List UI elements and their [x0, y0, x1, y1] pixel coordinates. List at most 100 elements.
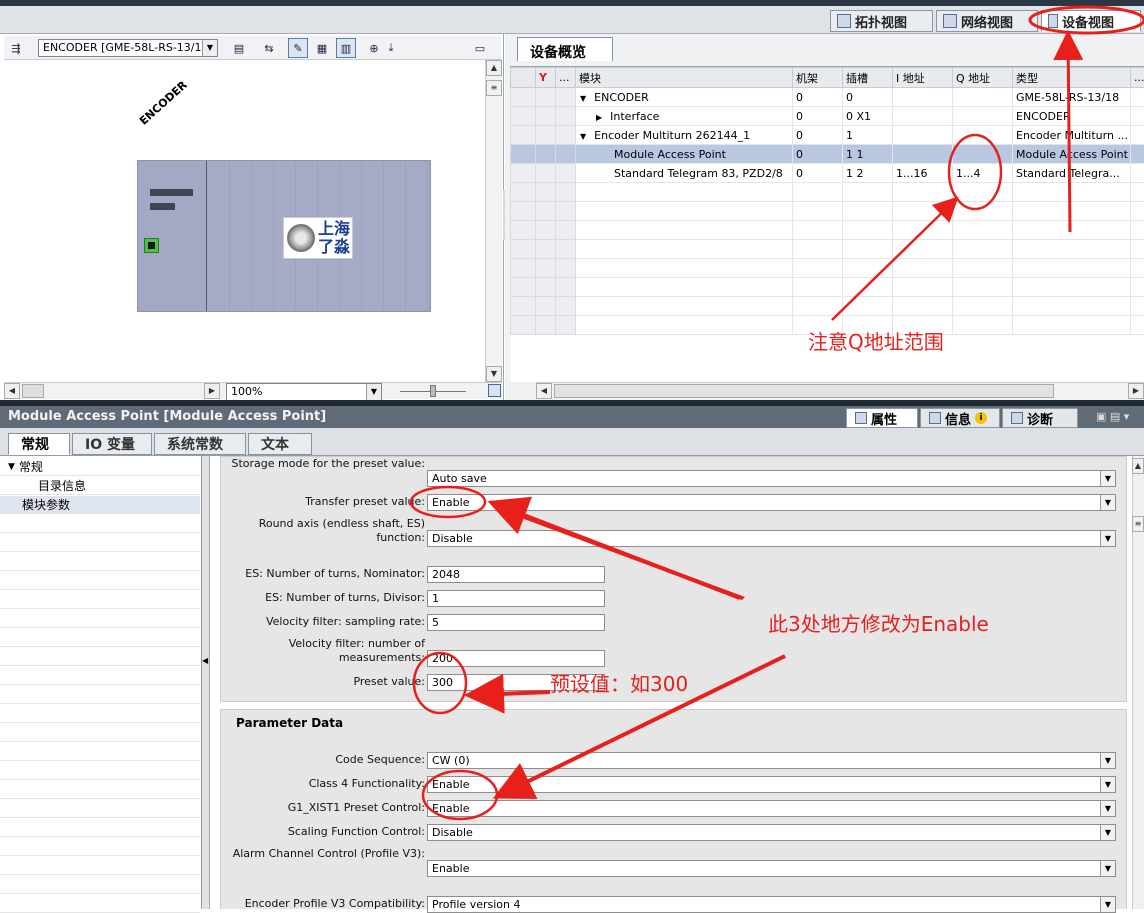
zoom-select[interactable]: 100% ▼	[226, 383, 382, 401]
param-select[interactable]: Enable▼	[427, 494, 1116, 511]
nav-item[interactable]	[0, 857, 200, 875]
tab-diagnostics[interactable]: 诊断	[1002, 408, 1078, 428]
nav-item[interactable]	[0, 838, 200, 856]
nav-item[interactable]	[0, 534, 200, 552]
nav-item[interactable]	[0, 705, 200, 723]
table-row[interactable]	[511, 240, 1144, 259]
scroll-thumb[interactable]	[22, 384, 44, 398]
param-select[interactable]: Disable▼	[427, 530, 1116, 547]
table-row[interactable]	[511, 202, 1144, 221]
window-controls-icon[interactable]: ▣ ▤ ▾	[1096, 410, 1140, 424]
pen-icon[interactable]: ✎	[288, 38, 308, 58]
param-select[interactable]: Profile version 4▼	[427, 896, 1116, 913]
expand-down-icon[interactable]: ▼	[580, 132, 586, 141]
nav-item[interactable]	[0, 610, 200, 628]
param-select[interactable]: Disable▼	[427, 824, 1116, 841]
nav-item[interactable]	[0, 553, 200, 571]
overview-nav-icon[interactable]	[488, 384, 501, 397]
subtab-texts[interactable]: 文本	[248, 433, 312, 455]
nav-item[interactable]	[0, 781, 200, 799]
zoom-slider-handle[interactable]	[430, 385, 436, 397]
table-row[interactable]	[511, 278, 1144, 297]
expand-right-icon[interactable]: ▶	[596, 113, 602, 122]
scroll-thumb[interactable]	[554, 384, 1054, 398]
tab-network-view[interactable]: 网络视图	[936, 10, 1038, 32]
column-header-type[interactable]: 类型	[1013, 68, 1131, 88]
download-icon[interactable]: ⤓	[381, 38, 401, 58]
column-header-module[interactable]: 模块	[576, 68, 793, 88]
param-input[interactable]: 200	[427, 650, 605, 667]
nav-item[interactable]	[0, 667, 200, 685]
tab-device-overview[interactable]: 设备概览	[517, 37, 613, 61]
scroll-up-icon[interactable]: ▲	[486, 60, 502, 76]
nav-item[interactable]	[0, 572, 200, 590]
device-pane-vscroll[interactable]: ▲ ≡ ▼	[485, 60, 502, 382]
nav-item[interactable]: ▼常规	[0, 458, 200, 476]
column-header-i-address[interactable]: I 地址	[893, 68, 953, 88]
nav-item[interactable]	[0, 591, 200, 609]
table-row[interactable]: ▼Encoder Multiturn 262144_101Encoder Mul…	[511, 126, 1144, 145]
subtab-io-tags[interactable]: IO 变量	[72, 433, 152, 455]
grid-icon[interactable]: ▦	[312, 38, 332, 58]
inspector-splitter[interactable]: ◀	[202, 456, 210, 909]
table-row[interactable]	[511, 259, 1144, 278]
subtab-system-constants[interactable]: 系统常数	[154, 433, 246, 455]
device-select[interactable]: ENCODER [GME-58L-RS-13/18 ▼	[38, 39, 218, 57]
column-header-rack[interactable]: 机架	[793, 68, 843, 88]
table-row[interactable]: ▶Interface00 X1ENCODER	[511, 107, 1144, 126]
tab-properties[interactable]: 属性	[846, 408, 918, 428]
nav-item[interactable]	[0, 724, 200, 742]
param-input[interactable]: 1	[427, 590, 605, 607]
scroll-left-icon[interactable]: ◀	[536, 383, 552, 399]
nav-item[interactable]	[0, 895, 200, 913]
inspector-vscroll[interactable]: ▲ ≡	[1132, 456, 1144, 909]
table-row[interactable]: Module Access Point01 1Module Access Poi…	[511, 145, 1144, 164]
param-select[interactable]: CW (0)▼	[427, 752, 1116, 769]
device-pane-hscroll[interactable]: ◀ ▶ 100% ▼	[4, 382, 502, 399]
tab-info[interactable]: 信息 i	[920, 408, 1000, 428]
nav-item[interactable]: 目录信息	[0, 477, 200, 495]
nav-item[interactable]	[0, 629, 200, 647]
column-header[interactable]: ...	[1131, 68, 1144, 88]
table-row[interactable]: Standard Telegram 83, PZD2/801 21...161.…	[511, 164, 1144, 183]
subtab-general[interactable]: 常规	[8, 433, 70, 455]
expand-down-icon[interactable]: ▼	[8, 462, 15, 472]
scroll-menu-icon[interactable]: ≡	[486, 80, 502, 96]
nav-item[interactable]	[0, 648, 200, 666]
overview-hscroll[interactable]: ◀ ▶	[536, 382, 1144, 399]
connect-icon[interactable]: ⇶	[6, 38, 26, 58]
nav-item[interactable]	[0, 800, 200, 818]
param-select[interactable]: Enable▼	[427, 776, 1116, 793]
param-select[interactable]: Enable▼	[427, 860, 1116, 877]
table-row[interactable]	[511, 183, 1144, 202]
table-row[interactable]	[511, 221, 1144, 240]
tab-topology-view[interactable]: 拓扑视图	[830, 10, 933, 32]
param-select[interactable]: Enable▼	[427, 800, 1116, 817]
overview-toggle-icon[interactable]: ▭	[470, 38, 490, 58]
scroll-up-icon[interactable]: ▲	[1132, 458, 1144, 474]
table-icon[interactable]: ▥	[336, 38, 356, 58]
column-header-q-address[interactable]: Q 地址	[953, 68, 1013, 88]
scroll-left-icon[interactable]: ◀	[4, 383, 20, 399]
scroll-menu-icon[interactable]: ≡	[1132, 516, 1144, 532]
param-input[interactable]: 5	[427, 614, 605, 631]
column-header[interactable]: ...	[556, 68, 576, 88]
nav-item[interactable]	[0, 686, 200, 704]
scroll-right-icon[interactable]: ▶	[1128, 383, 1144, 399]
scroll-down-icon[interactable]: ▼	[486, 366, 502, 382]
expand-down-icon[interactable]: ▼	[580, 94, 586, 103]
device-module-graphic[interactable]: 上海 了淼	[137, 160, 431, 312]
param-select[interactable]: Auto save▼	[427, 470, 1116, 487]
nav-item[interactable]	[0, 515, 200, 533]
table-row[interactable]: ▼ENCODER00GME-58L-RS-13/18	[511, 88, 1144, 107]
scroll-right-icon[interactable]: ▶	[204, 383, 220, 399]
display-area-icon[interactable]: ▤	[229, 38, 249, 58]
collapse-icon[interactable]: ◀	[202, 656, 208, 665]
nav-item[interactable]: 模块参数	[0, 496, 200, 514]
nav-item[interactable]	[0, 743, 200, 761]
column-header-slot[interactable]: 插槽	[843, 68, 893, 88]
nav-item[interactable]	[0, 876, 200, 894]
tab-device-view[interactable]: 设备视图	[1041, 10, 1141, 32]
table-row[interactable]	[511, 297, 1144, 316]
show-name-icon[interactable]: ⇆	[259, 38, 279, 58]
